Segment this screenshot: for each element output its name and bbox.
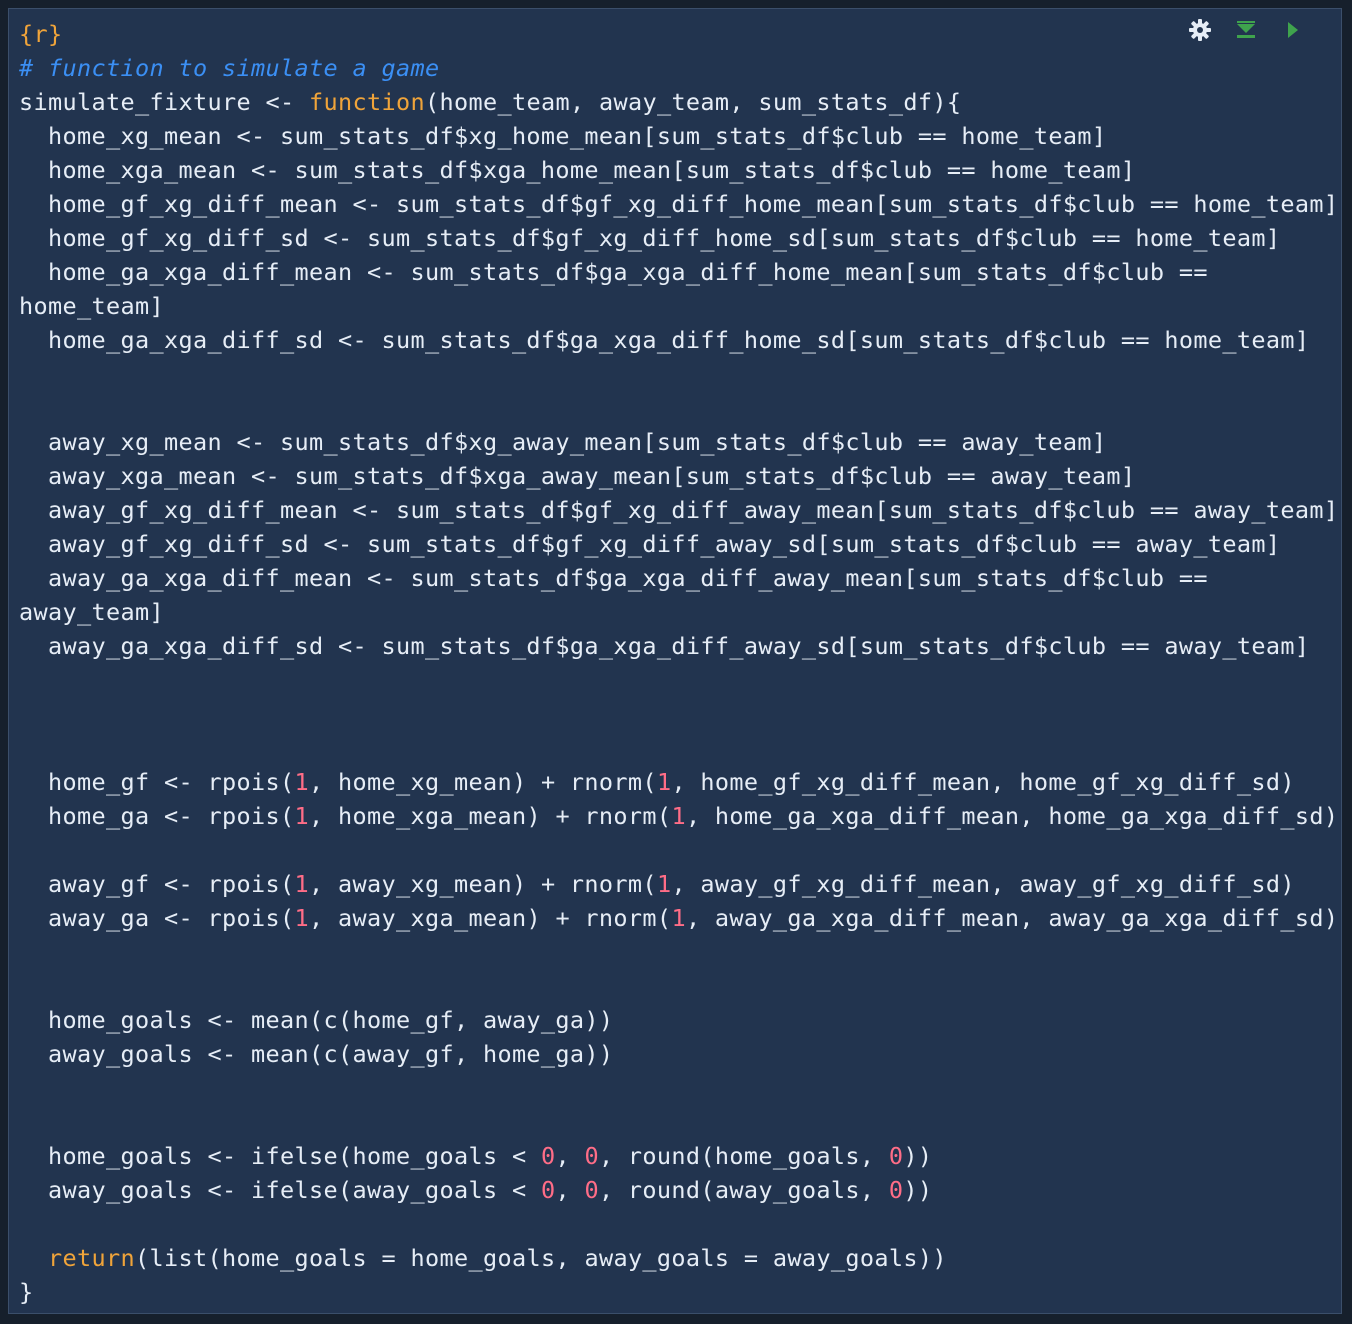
code-text: , home_xga_mean) + rnorm(	[308, 802, 672, 830]
code-number: 1	[671, 904, 686, 932]
code-text: away_ga <- rpois(	[19, 904, 295, 932]
code-keyword: return	[48, 1244, 135, 1272]
code-text: away_team]	[19, 598, 164, 626]
code-text: (list(home_goals = home_goals, away_goal…	[135, 1244, 947, 1272]
code-line[interactable]: home_xg_mean <- sum_stats_df$xg_home_mea…	[19, 119, 1338, 153]
code-line[interactable]	[19, 663, 1338, 697]
code-line[interactable]: away_ga_xga_diff_sd <- sum_stats_df$ga_x…	[19, 629, 1338, 663]
code-line[interactable]	[19, 935, 1338, 969]
code-line[interactable]	[19, 833, 1338, 867]
code-text: ,	[555, 1176, 585, 1204]
code-text: home_ga_xga_diff_mean <- sum_stats_df$ga…	[19, 258, 1208, 286]
code-line[interactable]	[19, 697, 1338, 731]
code-line[interactable]: away_xg_mean <- sum_stats_df$xg_away_mea…	[19, 425, 1338, 459]
code-text: away_xga_mean <- sum_stats_df$xga_away_m…	[19, 462, 1136, 490]
code-line[interactable]: away_gf_xg_diff_mean <- sum_stats_df$gf_…	[19, 493, 1338, 527]
code-text: home_xg_mean <- sum_stats_df$xg_home_mea…	[19, 122, 1107, 150]
code-text: , home_ga_xga_diff_mean, home_ga_xga_dif…	[685, 802, 1339, 830]
code-text: , round(home_goals,	[598, 1142, 889, 1170]
code-number: 1	[656, 870, 672, 898]
code-line[interactable]: return(list(home_goals = home_goals, awa…	[19, 1241, 1338, 1275]
code-text: home_goals <- mean(c(home_gf, away_ga))	[19, 1006, 614, 1034]
code-text: home_team]	[19, 292, 164, 320]
code-text: home_gf_xg_diff_sd <- sum_stats_df$gf_xg…	[19, 224, 1281, 252]
code-number: 1	[656, 768, 672, 796]
code-line[interactable]	[19, 1207, 1338, 1241]
code-line[interactable]	[19, 357, 1338, 391]
code-line[interactable]: simulate_fixture <- function(home_team, …	[19, 85, 1338, 119]
code-text: home_gf_xg_diff_mean <- sum_stats_df$gf_…	[19, 190, 1339, 218]
code-text: away_goals <- mean(c(away_gf, home_ga))	[19, 1040, 614, 1068]
code-text: away_goals <- ifelse(away_goals <	[19, 1176, 541, 1204]
code-text: ))	[903, 1142, 933, 1170]
code-line[interactable]: {r}	[19, 17, 1338, 51]
code-line[interactable]	[19, 391, 1338, 425]
code-text: home_xga_mean <- sum_stats_df$xga_home_m…	[19, 156, 1136, 184]
code-text: home_ga_xga_diff_sd <- sum_stats_df$ga_x…	[19, 326, 1310, 354]
code-text: away_ga_xga_diff_sd <- sum_stats_df$ga_x…	[19, 632, 1310, 660]
code-number: 0	[584, 1142, 599, 1170]
code-line[interactable]: home_gf_xg_diff_sd <- sum_stats_df$gf_xg…	[19, 221, 1338, 255]
code-line[interactable]	[19, 731, 1338, 765]
code-chunk[interactable]: {r} # function to simulate a game simulate…	[8, 8, 1342, 1314]
code-line[interactable]: home_gf_xg_diff_mean <- sum_stats_df$gf_…	[19, 187, 1338, 221]
code-line[interactable]: home_team]	[19, 289, 1338, 323]
code-keyword: function	[308, 88, 425, 116]
code-number: 0	[540, 1142, 556, 1170]
code-comment: # function to simulate a game	[19, 54, 440, 82]
code-number: 1	[671, 802, 686, 830]
code-editor[interactable]: {r} # function to simulate a game simulate…	[19, 17, 1338, 1309]
code-line[interactable]: home_ga <- rpois(1, home_xga_mean) + rno…	[19, 799, 1338, 833]
code-number: 1	[294, 870, 309, 898]
code-line[interactable]: away_goals <- ifelse(away_goals < 0, 0, …	[19, 1173, 1338, 1207]
code-text: (home_team, away_team, sum_stats_df){	[424, 88, 962, 116]
code-line[interactable]: home_goals <- mean(c(home_gf, away_ga))	[19, 1003, 1338, 1037]
code-line[interactable]: away_xga_mean <- sum_stats_df$xga_away_m…	[19, 459, 1338, 493]
code-text: away_ga_xga_diff_mean <- sum_stats_df$ga…	[19, 564, 1208, 592]
code-text: home_gf <- rpois(	[19, 768, 295, 796]
code-text: away_xg_mean <- sum_stats_df$xg_away_mea…	[19, 428, 1107, 456]
code-line[interactable]: home_gf <- rpois(1, home_xg_mean) + rnor…	[19, 765, 1338, 799]
code-line[interactable]: away_team]	[19, 595, 1338, 629]
code-line[interactable]: away_gf <- rpois(1, away_xg_mean) + rnor…	[19, 867, 1338, 901]
code-text: ,	[555, 1142, 585, 1170]
code-text: home_ga <- rpois(	[19, 802, 295, 830]
code-line[interactable]: home_xga_mean <- sum_stats_df$xga_home_m…	[19, 153, 1338, 187]
code-text: , away_xga_mean) + rnorm(	[308, 904, 672, 932]
code-text: away_gf_xg_diff_sd <- sum_stats_df$gf_xg…	[19, 530, 1281, 558]
code-text: home_goals <- ifelse(home_goals <	[19, 1142, 541, 1170]
code-number: 0	[540, 1176, 556, 1204]
code-line[interactable]: }	[19, 1275, 1338, 1309]
code-number: 0	[888, 1176, 904, 1204]
code-text: , away_ga_xga_diff_mean, away_ga_xga_dif…	[685, 904, 1339, 932]
code-number: 0	[584, 1176, 599, 1204]
code-text: , away_xg_mean) + rnorm(	[308, 870, 657, 898]
code-keyword: {r}	[19, 20, 63, 48]
code-line[interactable]: away_goals <- mean(c(away_gf, home_ga))	[19, 1037, 1338, 1071]
code-line[interactable]: away_gf_xg_diff_sd <- sum_stats_df$gf_xg…	[19, 527, 1338, 561]
code-text: , away_gf_xg_diff_mean, away_gf_xg_diff_…	[671, 870, 1295, 898]
code-text: simulate_fixture <-	[19, 88, 309, 116]
code-line[interactable]	[19, 969, 1338, 1003]
code-number: 0	[888, 1142, 904, 1170]
code-text: }	[19, 1278, 34, 1306]
code-line[interactable]: home_ga_xga_diff_sd <- sum_stats_df$ga_x…	[19, 323, 1338, 357]
code-text: away_gf <- rpois(	[19, 870, 295, 898]
code-text: , home_gf_xg_diff_mean, home_gf_xg_diff_…	[671, 768, 1295, 796]
code-text: , round(away_goals,	[598, 1176, 889, 1204]
code-number: 1	[294, 768, 309, 796]
code-line[interactable]	[19, 1105, 1338, 1139]
code-number: 1	[294, 802, 309, 830]
code-number: 1	[294, 904, 309, 932]
code-text: ))	[903, 1176, 933, 1204]
code-line[interactable]	[19, 1071, 1338, 1105]
code-text: away_gf_xg_diff_mean <- sum_stats_df$gf_…	[19, 496, 1339, 524]
code-line[interactable]: # function to simulate a game	[19, 51, 1338, 85]
code-line[interactable]: home_goals <- ifelse(home_goals < 0, 0, …	[19, 1139, 1338, 1173]
code-text: , home_xg_mean) + rnorm(	[308, 768, 657, 796]
code-line[interactable]: away_ga_xga_diff_mean <- sum_stats_df$ga…	[19, 561, 1338, 595]
code-line[interactable]: away_ga <- rpois(1, away_xga_mean) + rno…	[19, 901, 1338, 935]
code-line[interactable]: home_ga_xga_diff_mean <- sum_stats_df$ga…	[19, 255, 1338, 289]
